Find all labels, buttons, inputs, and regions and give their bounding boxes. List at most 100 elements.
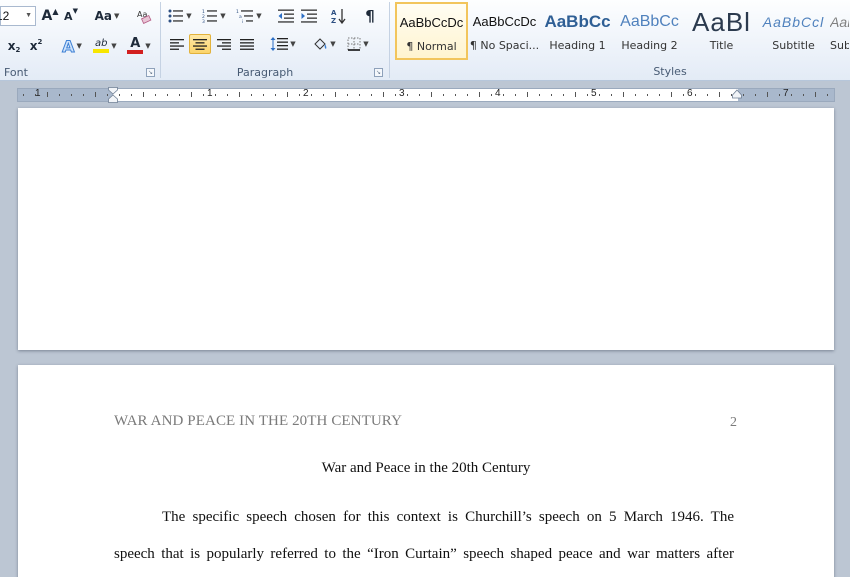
- style-normal[interactable]: AaBbCcDc ¶ Normal: [395, 2, 468, 60]
- document-title[interactable]: War and Peace in the 20th Century: [18, 460, 834, 477]
- justify-icon: [240, 38, 254, 50]
- superscript-icon: x: [29, 39, 38, 53]
- ruler-dot: [179, 94, 180, 96]
- highlight-button[interactable]: ab ▼: [89, 36, 121, 56]
- ruler-dot: [455, 94, 456, 96]
- style-title[interactable]: AaBl Title: [685, 2, 758, 60]
- ruler-dot: [71, 94, 72, 96]
- ruler-dot: [683, 94, 684, 96]
- ruler-dot: [443, 94, 444, 96]
- page-number[interactable]: 2: [730, 415, 737, 431]
- superscript-button[interactable]: x2: [26, 36, 46, 56]
- ruler-dot: [779, 94, 780, 96]
- style-subtle-emphasis[interactable]: AaBbCcl Subtle...: [829, 2, 850, 60]
- right-indent-marker[interactable]: [732, 89, 742, 105]
- style-no-spacing[interactable]: AaBbCcDc ¶ No Spaci...: [468, 2, 541, 60]
- first-line-indent-marker[interactable]: [108, 87, 118, 103]
- ruler-dot: [359, 94, 360, 96]
- ruler-number: 1: [35, 88, 41, 99]
- ruler-dot: [263, 94, 264, 96]
- text-effects-button[interactable]: A ▼: [58, 36, 86, 56]
- ruler-dot: [275, 94, 276, 96]
- align-left-icon: [170, 38, 184, 50]
- subscript-button[interactable]: x2: [4, 36, 24, 56]
- ruler-dot: [251, 94, 252, 96]
- style-name: Heading 1: [549, 39, 606, 52]
- show-formatting-button[interactable]: ¶: [359, 6, 381, 26]
- style-heading-2[interactable]: AaBbCc Heading 2: [613, 2, 686, 60]
- align-left-button[interactable]: [166, 34, 188, 54]
- paragraph-line[interactable]: speech that is popularly referred to the…: [114, 546, 734, 563]
- shading-button[interactable]: ▼: [309, 34, 339, 54]
- document-page[interactable]: WAR AND PEACE IN THE 20TH CENTURY 2 War …: [18, 365, 834, 577]
- borders-button[interactable]: ▼: [343, 34, 373, 54]
- ruler-dot: [395, 94, 396, 96]
- align-center-button[interactable]: [189, 34, 211, 54]
- ruler-dot: [551, 94, 552, 96]
- document-page[interactable]: [18, 108, 834, 350]
- align-right-button[interactable]: [213, 34, 235, 54]
- grow-font-button[interactable]: A ▲: [40, 6, 60, 26]
- ruler-dot: [503, 94, 504, 96]
- style-name: ¶ Normal: [406, 40, 457, 53]
- font-color-bar: [127, 50, 144, 54]
- multilevel-list-icon: 1 a i: [236, 9, 254, 23]
- ruler-tick: [719, 92, 720, 97]
- pilcrow-icon: ¶: [365, 7, 375, 25]
- ruler-tick: [815, 92, 816, 97]
- font-group: 12 ▼ A▲ A▼ Aa▼ Aa x2 x2 A▼ ab: [0, 0, 160, 81]
- style-heading-1[interactable]: AaBbCc Heading 1: [541, 2, 614, 60]
- paragraph-line[interactable]: The specific speech chosen for this cont…: [114, 509, 734, 526]
- style-subtitle[interactable]: AaBbCcl Subtitle: [757, 2, 830, 60]
- horizontal-ruler[interactable]: 1 1 2 3 4 5 6 7: [0, 87, 850, 104]
- change-case-button[interactable]: Aa ▼: [92, 6, 122, 26]
- ruler-dot: [743, 94, 744, 96]
- ruler-tick: [335, 92, 336, 97]
- ruler-dot: [515, 94, 516, 96]
- ruler-dot: [695, 94, 696, 96]
- ruler-dot: [539, 94, 540, 96]
- style-sample: AaBbCc: [544, 12, 611, 31]
- ruler-tick: [431, 92, 432, 97]
- ruler-dot: [827, 94, 828, 96]
- ruler-dot: [227, 94, 228, 96]
- chevron-down-icon[interactable]: ▼: [25, 7, 32, 25]
- text-effects-icon: A: [62, 36, 75, 56]
- ruler-dot: [635, 94, 636, 96]
- increase-indent-button[interactable]: [298, 6, 320, 26]
- font-size-box[interactable]: 12 ▼: [0, 6, 36, 26]
- ruler-dot: [707, 94, 708, 96]
- multilevel-list-button[interactable]: 1 a i ▼: [233, 6, 265, 26]
- ruler-dot: [599, 94, 600, 96]
- style-sample: AaBbCcl: [830, 14, 849, 30]
- ruler-dot: [647, 94, 648, 96]
- ruler-tick: [191, 92, 192, 97]
- ruler-tick: [383, 92, 384, 97]
- ruler-dot: [215, 94, 216, 96]
- sort-button[interactable]: A Z: [328, 6, 350, 26]
- ruler-tick: [479, 92, 480, 97]
- justify-button[interactable]: [236, 34, 258, 54]
- font-dialog-launcher[interactable]: ↘: [146, 68, 155, 77]
- paragraph-dialog-launcher[interactable]: ↘: [374, 68, 383, 77]
- line-spacing-icon: [270, 37, 289, 51]
- running-header[interactable]: WAR AND PEACE IN THE 20TH CENTURY: [114, 413, 402, 430]
- font-color-icon: A: [130, 36, 141, 51]
- line-spacing-button[interactable]: ▼: [268, 34, 298, 54]
- ruler-track[interactable]: 1 1 2 3 4 5 6 7: [17, 88, 835, 102]
- style-name: Title: [709, 39, 734, 52]
- font-color-button[interactable]: A ▼: [124, 36, 154, 56]
- decrease-indent-button[interactable]: [275, 6, 297, 26]
- ruler-tick: [671, 92, 672, 97]
- bullets-button[interactable]: ▼: [166, 6, 194, 26]
- ruler-dot: [587, 94, 588, 96]
- clear-formatting-icon: Aa: [137, 10, 152, 24]
- shrink-font-button[interactable]: A ▼: [62, 6, 80, 26]
- style-sample: AaBbCcDc: [399, 15, 464, 30]
- increase-indent-icon: [301, 9, 317, 23]
- ruler-dot: [419, 94, 420, 96]
- numbering-button[interactable]: 1 2 3 ▼: [199, 6, 229, 26]
- clear-formatting-button[interactable]: Aa: [134, 6, 154, 26]
- ruler-dot: [347, 94, 348, 96]
- style-sample: AaBl: [692, 7, 751, 37]
